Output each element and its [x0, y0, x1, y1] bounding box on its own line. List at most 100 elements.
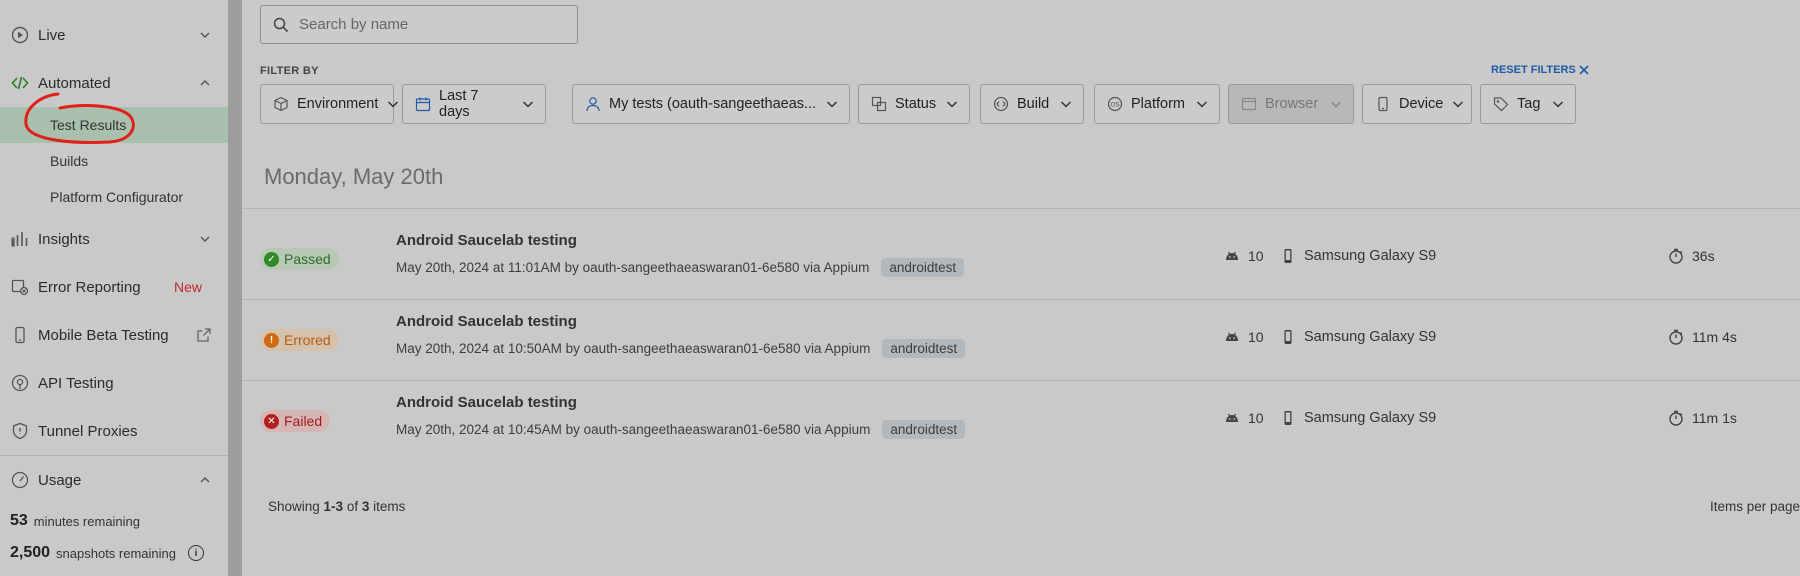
cube-icon	[273, 96, 289, 112]
status-label: Failed	[284, 413, 323, 429]
test-result-row[interactable]: ✕ Failed Android Saucelab testing May 20…	[242, 380, 1800, 461]
info-icon[interactable]: i	[188, 545, 205, 561]
tag-icon	[1493, 96, 1509, 112]
sidebar-item-usage[interactable]: Usage	[0, 462, 228, 498]
phone-icon	[1280, 329, 1296, 345]
sidebar-item-automated[interactable]: Automated	[0, 65, 228, 101]
test-name[interactable]: Android Saucelab testing	[396, 232, 577, 249]
chevron-down-icon	[1451, 97, 1465, 111]
status-label: Passed	[284, 251, 331, 267]
filter-label: Status	[895, 96, 937, 112]
sidebar-item-builds[interactable]: Builds	[0, 143, 228, 179]
device-info: Samsung Galaxy S9	[1280, 410, 1436, 426]
date-group-heading: Monday, May 20th	[264, 164, 444, 189]
device-name: Samsung Galaxy S9	[1304, 410, 1437, 426]
filter-label: Device	[1399, 96, 1444, 112]
minutes-remaining: 53 minutes remaining	[10, 512, 140, 530]
chevron-down-icon	[1551, 97, 1565, 111]
shield-icon	[10, 421, 30, 441]
device-icon	[1375, 96, 1391, 112]
search-box[interactable]	[260, 5, 578, 44]
test-meta: May 20th, 2024 at 11:01AM by oauth-sange…	[396, 258, 965, 277]
tag-chip[interactable]: androidtest	[882, 420, 966, 439]
x-circle-icon: ✕	[264, 413, 279, 429]
phone-icon	[1280, 248, 1296, 264]
test-meta: May 20th, 2024 at 10:50AM by oauth-sange…	[396, 339, 966, 358]
phone-icon	[1280, 410, 1296, 426]
divider	[242, 208, 1800, 209]
platform-filter[interactable]: OS Platform	[1094, 84, 1220, 124]
environment-filter[interactable]: Environment	[260, 84, 399, 124]
test-name[interactable]: Android Saucelab testing	[396, 313, 577, 330]
showing-suffix: items	[369, 499, 406, 514]
sidebar-item-error-reporting[interactable]: Error Reporting New	[0, 269, 228, 305]
chevron-down-icon	[945, 97, 959, 111]
filter-label: Last 7 days	[439, 88, 479, 120]
chevron-down-icon	[1059, 97, 1073, 111]
filter-label: My tests (oauth-sangeethaeas...	[609, 96, 817, 112]
duration-value: 11m 4s	[1692, 329, 1737, 345]
date-range-filter[interactable]: Last 7 days	[402, 84, 546, 124]
os-version: 10	[1248, 410, 1264, 426]
sidebar-item-label: Tunnel Proxies	[38, 422, 138, 440]
sidebar: Live Automated Test Results Builds Platf…	[0, 0, 228, 576]
filter-label: Tag	[1517, 96, 1541, 112]
test-result-row[interactable]: ! Errored Android Saucelab testing May 2…	[242, 299, 1800, 380]
chevron-up-icon	[200, 80, 210, 86]
device-filter[interactable]: Device	[1362, 84, 1472, 124]
test-result-row[interactable]: ✓ Passed Android Saucelab testing May 20…	[242, 218, 1800, 299]
sidebar-item-mobile-beta-testing[interactable]: Mobile Beta Testing	[0, 317, 228, 353]
api-icon	[10, 373, 30, 393]
sidebar-item-test-results[interactable]: Test Results	[0, 107, 228, 143]
status-icon	[871, 96, 887, 112]
reset-filters-button[interactable]: RESET FILTERS	[1491, 64, 1589, 76]
android-icon	[1224, 410, 1240, 426]
sidebar-item-api-testing[interactable]: API Testing	[0, 365, 228, 401]
search-input[interactable]	[299, 16, 569, 33]
filter-label: Environment	[297, 96, 379, 112]
chevron-up-icon	[200, 477, 210, 483]
status-badge: ✓ Passed	[260, 248, 339, 270]
reset-filters-label: RESET FILTERS	[1491, 64, 1576, 76]
duration-info: 11m 1s	[1668, 410, 1737, 426]
sidebar-item-tunnel-proxies[interactable]: Tunnel Proxies	[0, 413, 228, 449]
tag-filter[interactable]: Tag	[1480, 84, 1576, 124]
test-meta: May 20th, 2024 at 10:45AM by oauth-sange…	[396, 420, 966, 439]
stopwatch-icon	[1668, 410, 1684, 426]
exclamation-icon: !	[264, 332, 279, 348]
browser-icon	[1241, 96, 1257, 112]
sidebar-resize-handle[interactable]	[228, 0, 242, 576]
bar-chart-icon	[10, 229, 30, 249]
build-icon	[993, 96, 1009, 112]
chevron-down-icon	[1195, 97, 1209, 111]
minutes-value: 53	[10, 512, 28, 529]
sidebar-item-insights[interactable]: Insights	[0, 221, 228, 257]
owner-filter[interactable]: My tests (oauth-sangeethaeas...	[572, 84, 850, 124]
user-icon	[585, 96, 601, 112]
tag-chip[interactable]: androidtest	[881, 258, 965, 277]
snapshots-value: 2,500	[10, 544, 51, 561]
sidebar-item-label: Error Reporting	[38, 278, 141, 296]
build-filter[interactable]: Build	[980, 84, 1084, 124]
sidebar-item-label: Insights	[38, 230, 90, 248]
external-link-icon	[197, 328, 211, 342]
chevron-down-icon	[200, 32, 210, 38]
device-info: Samsung Galaxy S9	[1280, 248, 1436, 264]
chevron-down-icon	[1329, 97, 1343, 111]
status-filter[interactable]: Status	[858, 84, 970, 124]
sidebar-item-label: Mobile Beta Testing	[38, 326, 169, 344]
sidebar-item-platform-configurator[interactable]: Platform Configurator	[0, 179, 228, 215]
test-meta-text: May 20th, 2024 at 10:45AM by oauth-sange…	[396, 422, 871, 437]
os-version: 10	[1248, 329, 1264, 345]
os-info: 10	[1224, 329, 1264, 345]
pagination-summary: Showing 1-3 of 3 items	[268, 499, 405, 514]
sidebar-item-live[interactable]: Live	[0, 17, 228, 53]
showing-prefix: Showing	[268, 499, 324, 514]
test-name[interactable]: Android Saucelab testing	[396, 394, 577, 411]
os-version: 10	[1248, 248, 1264, 264]
tag-chip[interactable]: androidtest	[882, 339, 966, 358]
browser-filter[interactable]: Browser	[1228, 84, 1354, 124]
showing-range: 1-3	[323, 499, 344, 514]
status-label: Errored	[284, 332, 331, 348]
check-icon: ✓	[264, 251, 279, 267]
